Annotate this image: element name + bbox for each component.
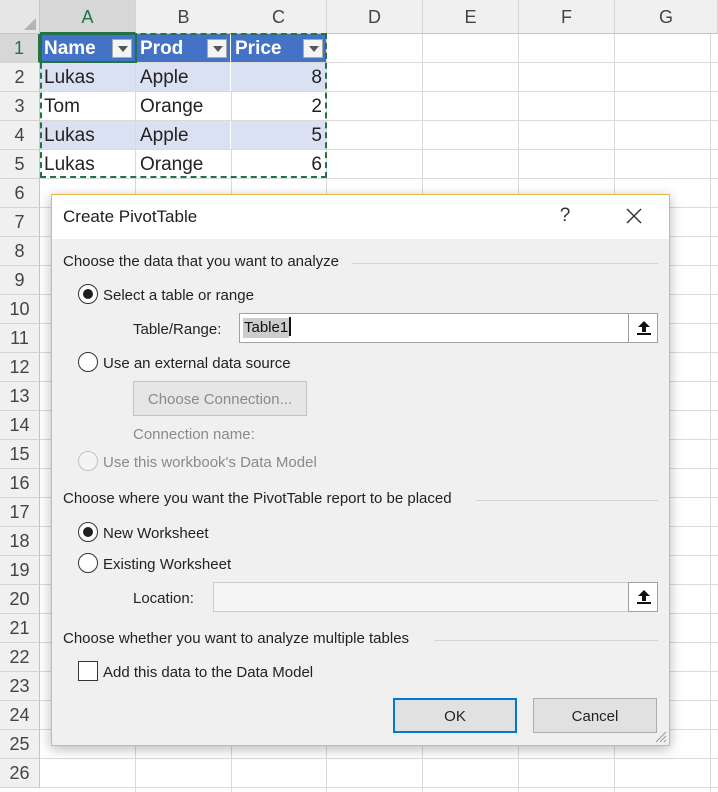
row-header-6[interactable]: 6	[0, 179, 40, 208]
table-header-text: Price	[235, 38, 282, 59]
row-header-11[interactable]: 11	[0, 324, 40, 353]
row-header-2[interactable]: 2	[0, 63, 40, 92]
filter-dropdown-icon[interactable]	[303, 39, 323, 58]
select-all-button[interactable]	[0, 0, 40, 34]
column-header-b[interactable]: B	[136, 0, 232, 34]
row-header-23[interactable]: 23	[0, 672, 40, 701]
select-table-label[interactable]: Select a table or range	[103, 287, 254, 304]
row-header-20[interactable]: 20	[0, 585, 40, 614]
existing-worksheet-radio[interactable]	[78, 553, 98, 573]
external-source-label[interactable]: Use an external data source	[103, 355, 291, 372]
ok-button[interactable]: OK	[393, 698, 517, 733]
row-header-19[interactable]: 19	[0, 556, 40, 585]
table-cell[interactable]: 6	[231, 150, 326, 178]
section-divider	[434, 640, 658, 641]
filter-dropdown-icon[interactable]	[207, 39, 227, 58]
data-model-label[interactable]: Use this workbook's Data Model	[103, 454, 317, 471]
section-divider	[476, 500, 658, 501]
row-header-15[interactable]: 15	[0, 440, 40, 469]
column-header-f[interactable]: F	[519, 0, 615, 34]
row-header-18[interactable]: 18	[0, 527, 40, 556]
row-header-16[interactable]: 16	[0, 469, 40, 498]
row-header-13[interactable]: 13	[0, 382, 40, 411]
row-header-22[interactable]: 22	[0, 643, 40, 672]
new-worksheet-radio[interactable]	[78, 522, 98, 542]
filter-dropdown-icon[interactable]	[112, 39, 132, 58]
table-header-text: Prod	[140, 38, 184, 59]
collapse-dialog-icon	[637, 321, 651, 335]
column-header-a[interactable]: A	[40, 0, 136, 34]
section-placement-label: Choose where you want the PivotTable rep…	[63, 490, 452, 507]
table-cell[interactable]: Lukas	[40, 150, 135, 178]
table-cell[interactable]: Apple	[136, 63, 230, 91]
close-icon	[626, 208, 642, 224]
dialog-title: Create PivotTable	[63, 207, 198, 226]
table-cell[interactable]: Orange	[136, 150, 230, 178]
choose-connection-button[interactable]: Choose Connection...	[133, 381, 307, 416]
section-multiple-tables-label: Choose whether you want to analyze multi…	[63, 630, 410, 647]
column-header-g[interactable]: G	[615, 0, 718, 34]
add-to-data-model-label[interactable]: Add this data to the Data Model	[103, 664, 313, 681]
table-range-input[interactable]: Table1	[239, 313, 629, 343]
collapse-dialog-icon	[637, 590, 651, 604]
table-header-text: Name	[44, 38, 96, 59]
row-header-9[interactable]: 9	[0, 266, 40, 295]
add-to-data-model-checkbox[interactable]	[78, 661, 98, 681]
row-header-8[interactable]: 8	[0, 237, 40, 266]
table-cell[interactable]: Orange	[136, 92, 230, 120]
row-header-7[interactable]: 7	[0, 208, 40, 237]
table-header-cell[interactable]: Price	[231, 34, 326, 62]
gridline-horizontal	[40, 787, 718, 788]
table-cell[interactable]: 8	[231, 63, 326, 91]
help-button[interactable]: ?	[552, 199, 578, 233]
select-all-triangle-icon	[24, 18, 36, 30]
row-header-10[interactable]: 10	[0, 295, 40, 324]
row-header-1[interactable]: 1	[0, 34, 40, 63]
section-analyze-label: Choose the data that you want to analyze	[63, 253, 340, 270]
external-source-radio[interactable]	[78, 352, 98, 372]
connection-name-label: Connection name:	[133, 426, 255, 443]
row-header-3[interactable]: 3	[0, 92, 40, 121]
column-header-e[interactable]: E	[423, 0, 519, 34]
resize-grip-icon[interactable]	[653, 729, 667, 743]
table-cell[interactable]: Tom	[40, 92, 135, 120]
table-cell[interactable]: Lukas	[40, 63, 135, 91]
location-input[interactable]	[213, 582, 629, 612]
column-header-c[interactable]: C	[231, 0, 327, 34]
row-header-14[interactable]: 14	[0, 411, 40, 440]
table-cell[interactable]: 5	[231, 121, 326, 149]
gridline-horizontal	[40, 178, 718, 179]
table-range-label: Table/Range:	[133, 321, 222, 338]
close-button[interactable]	[617, 199, 651, 233]
select-table-radio[interactable]	[78, 284, 98, 304]
section-divider	[352, 263, 658, 264]
table-cell[interactable]: Apple	[136, 121, 230, 149]
gridline-horizontal	[40, 758, 718, 759]
existing-worksheet-label[interactable]: Existing Worksheet	[103, 556, 231, 573]
row-header-17[interactable]: 17	[0, 498, 40, 527]
new-worksheet-label[interactable]: New Worksheet	[103, 525, 209, 542]
row-header-4[interactable]: 4	[0, 121, 40, 150]
table-range-value: Table1	[243, 318, 290, 338]
dialog-titlebar: Create PivotTable ?	[52, 195, 669, 239]
table-header-cell[interactable]: Prod	[136, 34, 230, 62]
column-header-d[interactable]: D	[327, 0, 423, 34]
row-header-21[interactable]: 21	[0, 614, 40, 643]
table-range-collapse-button[interactable]	[628, 313, 658, 343]
row-header-5[interactable]: 5	[0, 150, 40, 179]
row-header-24[interactable]: 24	[0, 701, 40, 730]
text-caret	[289, 317, 292, 336]
cancel-button[interactable]: Cancel	[533, 698, 657, 733]
location-label: Location:	[133, 590, 194, 607]
row-header-26[interactable]: 26	[0, 759, 40, 788]
location-collapse-button[interactable]	[628, 582, 658, 612]
table-cell[interactable]: 2	[231, 92, 326, 120]
table-cell[interactable]: Lukas	[40, 121, 135, 149]
create-pivottable-dialog: Create PivotTable ? Choose the data that…	[51, 194, 670, 746]
row-header-12[interactable]: 12	[0, 353, 40, 382]
data-model-radio[interactable]	[78, 451, 98, 471]
gridline-vertical	[710, 34, 711, 792]
row-header-25[interactable]: 25	[0, 730, 40, 759]
table-header-cell[interactable]: Name	[40, 34, 135, 62]
